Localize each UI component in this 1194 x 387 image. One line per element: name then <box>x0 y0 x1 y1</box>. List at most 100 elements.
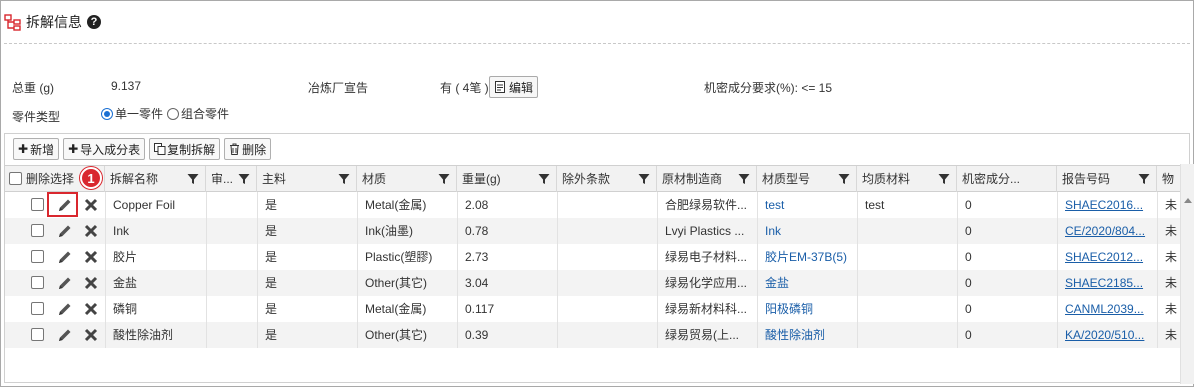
delete-cross-icon[interactable] <box>83 301 99 317</box>
cell-material: Other(其它) <box>365 276 428 290</box>
cell-homogeneous <box>860 322 957 348</box>
cell-report-link[interactable]: KA/2020/510... <box>1060 322 1155 348</box>
filter-icon[interactable] <box>538 173 550 185</box>
col-weight[interactable]: 重量(g) <box>457 166 557 192</box>
row-select-checkbox[interactable] <box>31 224 44 237</box>
filter-icon[interactable] <box>187 173 199 185</box>
scroll-up-icon[interactable] <box>1184 198 1192 203</box>
cell-weight: 0.39 <box>465 328 489 342</box>
radio-single-part[interactable] <box>101 107 113 120</box>
row-select-checkbox[interactable] <box>31 276 44 289</box>
cell-report-link[interactable]: SHAEC2012... <box>1060 244 1155 270</box>
col-exemption[interactable]: 除外条款 <box>557 166 657 192</box>
cell-name: 胶片 <box>113 250 138 264</box>
column-divider <box>857 192 858 348</box>
row-select-checkbox[interactable] <box>31 250 44 263</box>
row-select-checkbox[interactable] <box>31 328 44 341</box>
col-main-material[interactable]: 主料 <box>257 166 357 192</box>
delete-button[interactable]: 删除 <box>224 138 272 160</box>
edit-smelter-button[interactable]: 编辑 <box>489 76 539 98</box>
cell-report-link[interactable]: CE/2020/804... <box>1060 218 1155 244</box>
edit-pencil-icon[interactable] <box>57 223 73 239</box>
col-manufacturer-label: 原材制造商 <box>662 172 723 186</box>
filter-icon[interactable] <box>1138 173 1150 185</box>
delete-cross-icon[interactable] <box>83 223 99 239</box>
section-title: 拆解信息 <box>26 14 82 30</box>
cell-main-material: 是 <box>265 198 278 212</box>
cell-confidential: 0 <box>965 250 972 264</box>
confidential-requirement: 机密成分要求(%): <= 15 <box>704 81 833 95</box>
col-material[interactable]: 材质 <box>357 166 457 192</box>
table-row: 金盐 是 Other(其它) 3.04 绿易化学应用... 金盐 0 SHAEC2185...… <box>5 270 1181 296</box>
cell-extra: 未 <box>1165 302 1178 316</box>
cell-main-material: 是 <box>265 328 278 342</box>
col-review-label: 审... <box>211 172 234 186</box>
filter-icon[interactable] <box>938 173 950 185</box>
select-all-checkbox[interactable] <box>9 172 22 185</box>
col-homogeneous-label: 均质材料 <box>862 172 911 186</box>
cell-homogeneous <box>860 218 957 244</box>
table-header-row: 删除选择 拆解名称 审... 主料 材质 重量(g) 除外条款 原材制造商 材质… <box>5 166 1181 192</box>
edit-pencil-icon[interactable] <box>57 275 73 291</box>
cell-material-model-link[interactable]: 阳极磷铜 <box>760 296 857 322</box>
copy-disassembly-button[interactable]: 复制拆解 <box>149 138 221 160</box>
cell-weight: 0.78 <box>465 224 489 238</box>
cell-material-model-link[interactable]: test <box>760 192 857 218</box>
col-material-model[interactable]: 材质型号 <box>757 166 857 192</box>
col-report-no-label: 报告号码 <box>1062 172 1111 186</box>
cell-confidential: 0 <box>965 224 972 238</box>
cell-manufacturer: 绿易电子材料... <box>665 250 748 264</box>
structure-tree-icon <box>4 14 21 31</box>
add-button[interactable]: ✚ 新增 <box>13 138 60 160</box>
col-extra[interactable]: 物 <box>1157 166 1181 192</box>
filter-icon[interactable] <box>338 173 350 185</box>
row-select-checkbox[interactable] <box>31 302 44 315</box>
radio-combined-part[interactable] <box>167 107 180 120</box>
cell-extra: 未 <box>1165 250 1178 264</box>
cell-material-model-link[interactable]: 胶片EM-37B(5) <box>760 244 857 270</box>
filter-icon[interactable] <box>438 173 450 185</box>
edit-pencil-icon[interactable] <box>57 249 73 265</box>
cell-extra: 未 <box>1165 328 1178 342</box>
filter-icon[interactable] <box>238 173 250 185</box>
cell-report-link[interactable]: CANML2039... <box>1060 296 1155 322</box>
col-confidential[interactable]: 机密成分... <box>957 166 1057 192</box>
cell-material-model-link[interactable]: 金盐 <box>760 270 857 296</box>
filter-icon[interactable] <box>738 173 750 185</box>
cell-report-link[interactable]: SHAEC2016... <box>1060 192 1155 218</box>
filter-icon[interactable] <box>638 173 650 185</box>
cell-confidential: 0 <box>965 198 972 212</box>
cell-report-link[interactable]: SHAEC2185... <box>1060 270 1155 296</box>
add-label: 新增 <box>30 142 55 157</box>
delete-cross-icon[interactable] <box>83 197 99 213</box>
delete-cross-icon[interactable] <box>83 275 99 291</box>
col-manufacturer[interactable]: 原材制造商 <box>657 166 757 192</box>
import-composition-button[interactable]: ✚ 导入成分表 <box>63 138 146 160</box>
cell-main-material: 是 <box>265 250 278 264</box>
vertical-scrollbar[interactable] <box>1180 164 1194 384</box>
row-select-checkbox[interactable] <box>31 198 44 211</box>
copy-icon <box>154 143 166 155</box>
cell-confidential: 0 <box>965 328 972 342</box>
col-name[interactable]: 拆解名称 <box>105 166 206 192</box>
col-review[interactable]: 审... <box>206 166 257 192</box>
cell-material-model-link[interactable]: Ink <box>760 218 857 244</box>
col-homogeneous[interactable]: 均质材料 <box>857 166 957 192</box>
cell-name: Copper Foil <box>113 198 176 212</box>
cell-confidential: 0 <box>965 276 972 290</box>
delete-cross-icon[interactable] <box>83 327 99 343</box>
edit-pencil-icon[interactable] <box>57 327 73 343</box>
radio-combined-part-label: 组合零件 <box>181 107 230 121</box>
help-icon[interactable]: ? <box>87 15 101 29</box>
edit-pencil-icon[interactable] <box>57 301 73 317</box>
step-callout-badge: 1 <box>80 167 102 189</box>
col-report-no[interactable]: 报告号码 <box>1057 166 1157 192</box>
filter-icon[interactable] <box>838 173 850 185</box>
cell-material-model-link[interactable]: 酸性除油剂 <box>760 322 857 348</box>
table-row: 磷铜 是 Metal(金属) 0.117 绿易新材料科... 阳极磷铜 0 CANML2039… <box>5 296 1181 322</box>
delete-cross-icon[interactable] <box>83 249 99 265</box>
column-divider <box>957 192 958 348</box>
cell-extra: 未 <box>1165 276 1178 290</box>
cell-extra: 未 <box>1165 198 1178 212</box>
edit-row-highlight <box>47 192 78 217</box>
